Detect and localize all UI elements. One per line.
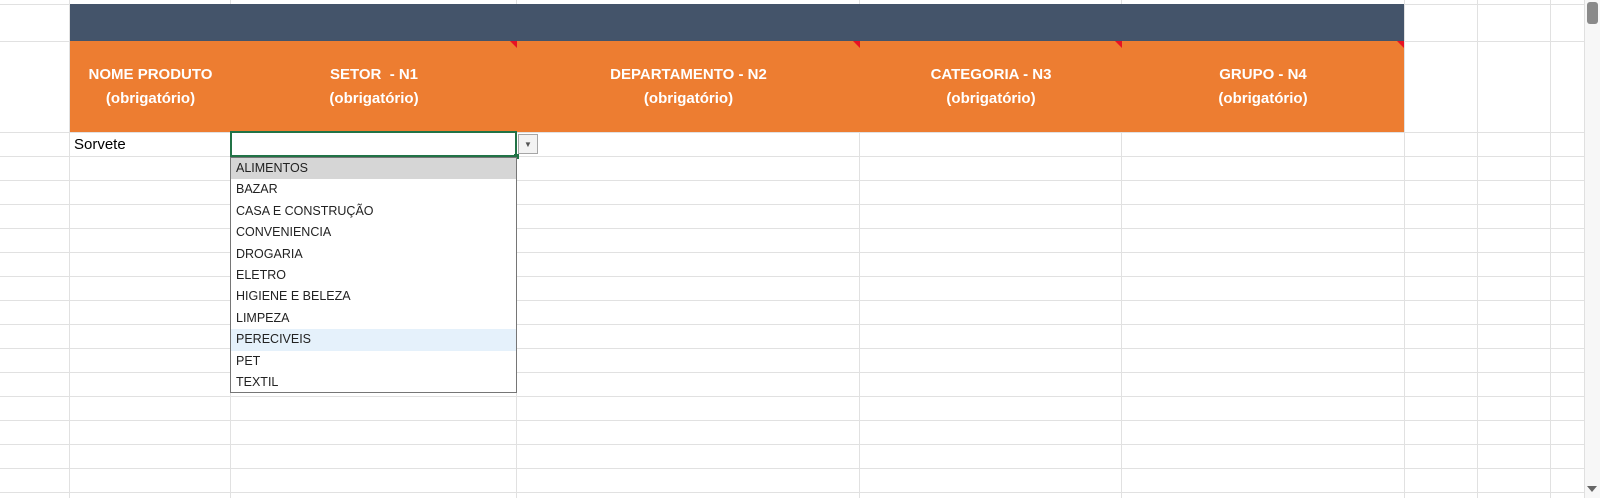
column-divider: [1404, 0, 1405, 498]
header-title: GRUPO - N4: [1219, 65, 1307, 83]
header-title: CATEGORIA - N3: [930, 65, 1052, 83]
header-subtitle: (obrigatório): [643, 89, 734, 107]
comment-indicator-icon[interactable]: [1115, 41, 1122, 48]
header-setor[interactable]: SETOR - N1 (obrigatório): [231, 41, 517, 132]
dropdown-toggle-button[interactable]: ▼: [518, 134, 538, 154]
comment-indicator-icon[interactable]: [1397, 41, 1404, 48]
dropdown-option[interactable]: ALIMENTOS: [231, 158, 516, 180]
header-grupo[interactable]: GRUPO - N4 (obrigatório): [1122, 41, 1404, 132]
header-subtitle: (obrigatório): [946, 89, 1036, 107]
dropdown-option[interactable]: DROGARIA: [231, 244, 516, 265]
row-divider: [0, 468, 1584, 469]
header-top-band: [70, 4, 1404, 41]
header-title: DEPARTAMENTO - N2: [610, 65, 767, 83]
dropdown-option[interactable]: BAZAR: [231, 179, 516, 200]
dropdown-option[interactable]: CASA E CONSTRUÇÃO: [231, 201, 516, 222]
dropdown-option[interactable]: CONVENIENCIA: [231, 222, 516, 243]
header-title: SETOR - N1: [329, 65, 419, 83]
header-subtitle: (obrigatório): [105, 89, 196, 107]
header-subtitle: (obrigatório): [1218, 89, 1308, 107]
row-divider: [0, 444, 1584, 445]
cell-nome-produto[interactable]: Sorvete: [74, 136, 126, 153]
header-title: NOME PRODUTO: [88, 65, 213, 83]
column-divider: [1477, 0, 1478, 498]
dropdown-option[interactable]: LIMPEZA: [231, 308, 516, 329]
header-nome-produto[interactable]: NOME PRODUTO (obrigatório): [70, 41, 231, 132]
dropdown-option[interactable]: PERECIVEIS: [231, 329, 516, 351]
chevron-down-icon: ▼: [524, 139, 532, 149]
header-subtitle: (obrigatório): [329, 89, 419, 107]
dropdown-option[interactable]: TEXTIL: [231, 372, 516, 393]
dropdown-option[interactable]: PET: [231, 351, 516, 372]
row-divider: [0, 492, 1584, 493]
header-departamento[interactable]: DEPARTAMENTO - N2 (obrigatório): [517, 41, 860, 132]
column-divider: [1550, 0, 1551, 498]
header-row: NOME PRODUTO (obrigatório) SETOR - N1 (o…: [70, 41, 1404, 132]
dropdown-option[interactable]: HIGIENE E BELEZA: [231, 286, 516, 307]
dropdown-option[interactable]: ELETRO: [231, 265, 516, 286]
row-divider: [0, 396, 1584, 397]
scroll-down-icon[interactable]: [1587, 486, 1597, 492]
cell-setor-active[interactable]: [230, 131, 517, 157]
comment-indicator-icon[interactable]: [510, 41, 517, 48]
vertical-scrollbar[interactable]: [1584, 0, 1600, 498]
dropdown-list[interactable]: ALIMENTOS BAZAR CASA E CONSTRUÇÃO CONVEN…: [230, 157, 517, 393]
comment-indicator-icon[interactable]: [853, 41, 860, 48]
row-divider: [0, 420, 1584, 421]
header-categoria[interactable]: CATEGORIA - N3 (obrigatório): [860, 41, 1122, 132]
scrollbar-thumb[interactable]: [1587, 2, 1598, 24]
